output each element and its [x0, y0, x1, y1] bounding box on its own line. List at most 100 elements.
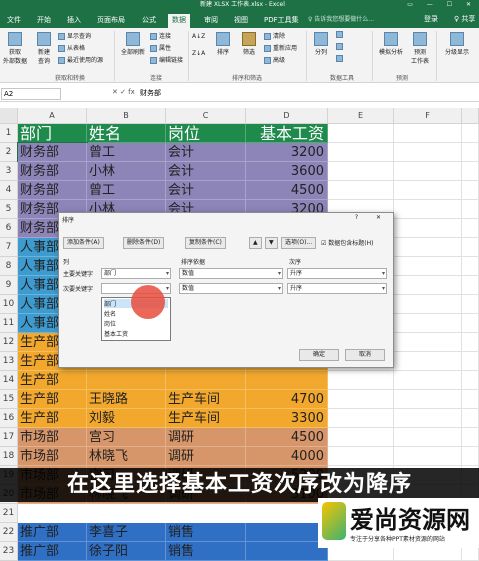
- empty-cell[interactable]: [328, 390, 394, 409]
- tab-insert[interactable]: 插入: [63, 14, 85, 28]
- empty-cell[interactable]: [462, 352, 479, 371]
- tab-pdf-tools[interactable]: PDF工具集: [260, 14, 303, 28]
- get-external-data-button[interactable]: 获取 外部数据: [2, 32, 28, 65]
- row-header[interactable]: 10: [0, 295, 18, 314]
- formula-buttons[interactable]: ✕ ✓ fx: [112, 88, 135, 96]
- header-cell[interactable]: 姓名: [87, 124, 166, 143]
- data-validation-button[interactable]: [336, 55, 345, 62]
- empty-cell[interactable]: [394, 371, 462, 390]
- row-header[interactable]: 5: [0, 200, 18, 219]
- text-to-columns-button[interactable]: 分列: [310, 32, 332, 56]
- row-header[interactable]: 4: [0, 181, 18, 200]
- empty-cell[interactable]: [394, 257, 462, 276]
- table-cell[interactable]: 会计: [166, 181, 246, 200]
- empty-cell[interactable]: [328, 181, 394, 200]
- cancel-button[interactable]: 取消: [345, 349, 385, 361]
- what-if-analysis-button[interactable]: 模拟分析: [376, 32, 406, 56]
- table-cell[interactable]: [246, 371, 328, 390]
- row-header[interactable]: 12: [0, 333, 18, 352]
- show-queries-button[interactable]: 显示查询: [58, 31, 91, 40]
- row-header[interactable]: 3: [0, 162, 18, 181]
- row-header[interactable]: 18: [0, 447, 18, 466]
- row-header[interactable]: 13: [0, 352, 18, 371]
- table-cell[interactable]: 4700: [246, 390, 328, 409]
- row-header[interactable]: 15: [0, 390, 18, 409]
- tab-home[interactable]: 开始: [33, 14, 55, 28]
- recent-sources-button[interactable]: 最近使用的源: [58, 55, 103, 64]
- empty-cell[interactable]: [462, 333, 479, 352]
- empty-cell[interactable]: [462, 428, 479, 447]
- flash-fill-button[interactable]: [336, 31, 345, 38]
- table-cell[interactable]: 宫习: [87, 428, 166, 447]
- row-header[interactable]: 8: [0, 257, 18, 276]
- table-cell[interactable]: [246, 504, 328, 523]
- empty-cell[interactable]: [462, 276, 479, 295]
- table-cell[interactable]: 销售: [166, 542, 246, 561]
- row-header[interactable]: 6: [0, 219, 18, 238]
- table-cell[interactable]: 王晓路: [87, 390, 166, 409]
- row-header[interactable]: 2: [0, 143, 18, 162]
- table-cell[interactable]: 4500: [246, 428, 328, 447]
- secondary-sort-on-select[interactable]: 数值: [179, 283, 283, 294]
- move-up-button[interactable]: ▲: [249, 237, 262, 249]
- table-cell[interactable]: 李喜子: [87, 523, 166, 542]
- column-header[interactable]: A: [18, 108, 87, 124]
- empty-cell[interactable]: [462, 314, 479, 333]
- empty-cell[interactable]: [328, 409, 394, 428]
- table-cell[interactable]: 小林: [87, 162, 166, 181]
- table-cell[interactable]: [87, 504, 166, 523]
- row-header[interactable]: 9: [0, 276, 18, 295]
- header-cell[interactable]: 岗位: [166, 124, 246, 143]
- table-cell[interactable]: [246, 523, 328, 542]
- column-header[interactable]: B: [87, 108, 166, 124]
- row-header[interactable]: 17: [0, 428, 18, 447]
- empty-cell[interactable]: [394, 143, 462, 162]
- empty-cell[interactable]: [328, 143, 394, 162]
- empty-cell[interactable]: [394, 295, 462, 314]
- column-header[interactable]: D: [246, 108, 328, 124]
- reapply-button[interactable]: 重新应用: [264, 43, 297, 52]
- table-cell[interactable]: 推广部: [18, 542, 87, 561]
- table-cell[interactable]: 刘毅: [87, 409, 166, 428]
- table-cell[interactable]: 市场部: [18, 447, 87, 466]
- table-cell[interactable]: 会计: [166, 162, 246, 181]
- properties-button[interactable]: 属性: [150, 43, 171, 52]
- copy-condition-button[interactable]: 复制条件(C): [185, 237, 226, 249]
- empty-cell[interactable]: [394, 124, 462, 143]
- empty-cell[interactable]: [394, 238, 462, 257]
- empty-cell[interactable]: [462, 162, 479, 181]
- empty-cell[interactable]: [462, 447, 479, 466]
- empty-cell[interactable]: [328, 162, 394, 181]
- primary-sort-on-select[interactable]: 数值: [179, 268, 283, 279]
- empty-cell[interactable]: [394, 219, 462, 238]
- row-header[interactable]: 7: [0, 238, 18, 257]
- column-header[interactable]: F: [394, 108, 462, 124]
- tab-review[interactable]: 审阅: [200, 14, 222, 28]
- row-header[interactable]: 23: [0, 542, 18, 561]
- clear-filter-button[interactable]: 清除: [264, 31, 285, 40]
- primary-order-select[interactable]: 升序: [287, 268, 387, 279]
- refresh-all-button[interactable]: 全部刷新: [118, 32, 148, 56]
- table-cell[interactable]: 徐子阳: [87, 542, 166, 561]
- empty-cell[interactable]: [462, 143, 479, 162]
- empty-cell[interactable]: [328, 428, 394, 447]
- table-cell[interactable]: 生产车间: [166, 390, 246, 409]
- empty-cell[interactable]: [462, 181, 479, 200]
- table-cell[interactable]: 3600: [246, 162, 328, 181]
- empty-cell[interactable]: [394, 333, 462, 352]
- table-cell[interactable]: 销售: [166, 523, 246, 542]
- options-button[interactable]: 选项(O)...: [281, 237, 317, 249]
- column-header-overflow[interactable]: [462, 108, 479, 124]
- table-cell[interactable]: 曾工: [87, 181, 166, 200]
- empty-cell[interactable]: [394, 352, 462, 371]
- table-cell[interactable]: 生产部: [18, 409, 87, 428]
- table-cell[interactable]: 调研: [166, 428, 246, 447]
- column-header[interactable]: E: [328, 108, 394, 124]
- sort-dialog-controls[interactable]: ? ✕: [355, 214, 389, 221]
- move-down-button[interactable]: ▼: [265, 237, 278, 249]
- forecast-sheet-button[interactable]: 预测 工作表: [408, 32, 432, 65]
- sort-descending-button[interactable]: Z↓A: [192, 50, 205, 57]
- tab-view[interactable]: 视图: [230, 14, 252, 28]
- connections-button[interactable]: 连接: [150, 31, 171, 40]
- empty-cell[interactable]: [394, 428, 462, 447]
